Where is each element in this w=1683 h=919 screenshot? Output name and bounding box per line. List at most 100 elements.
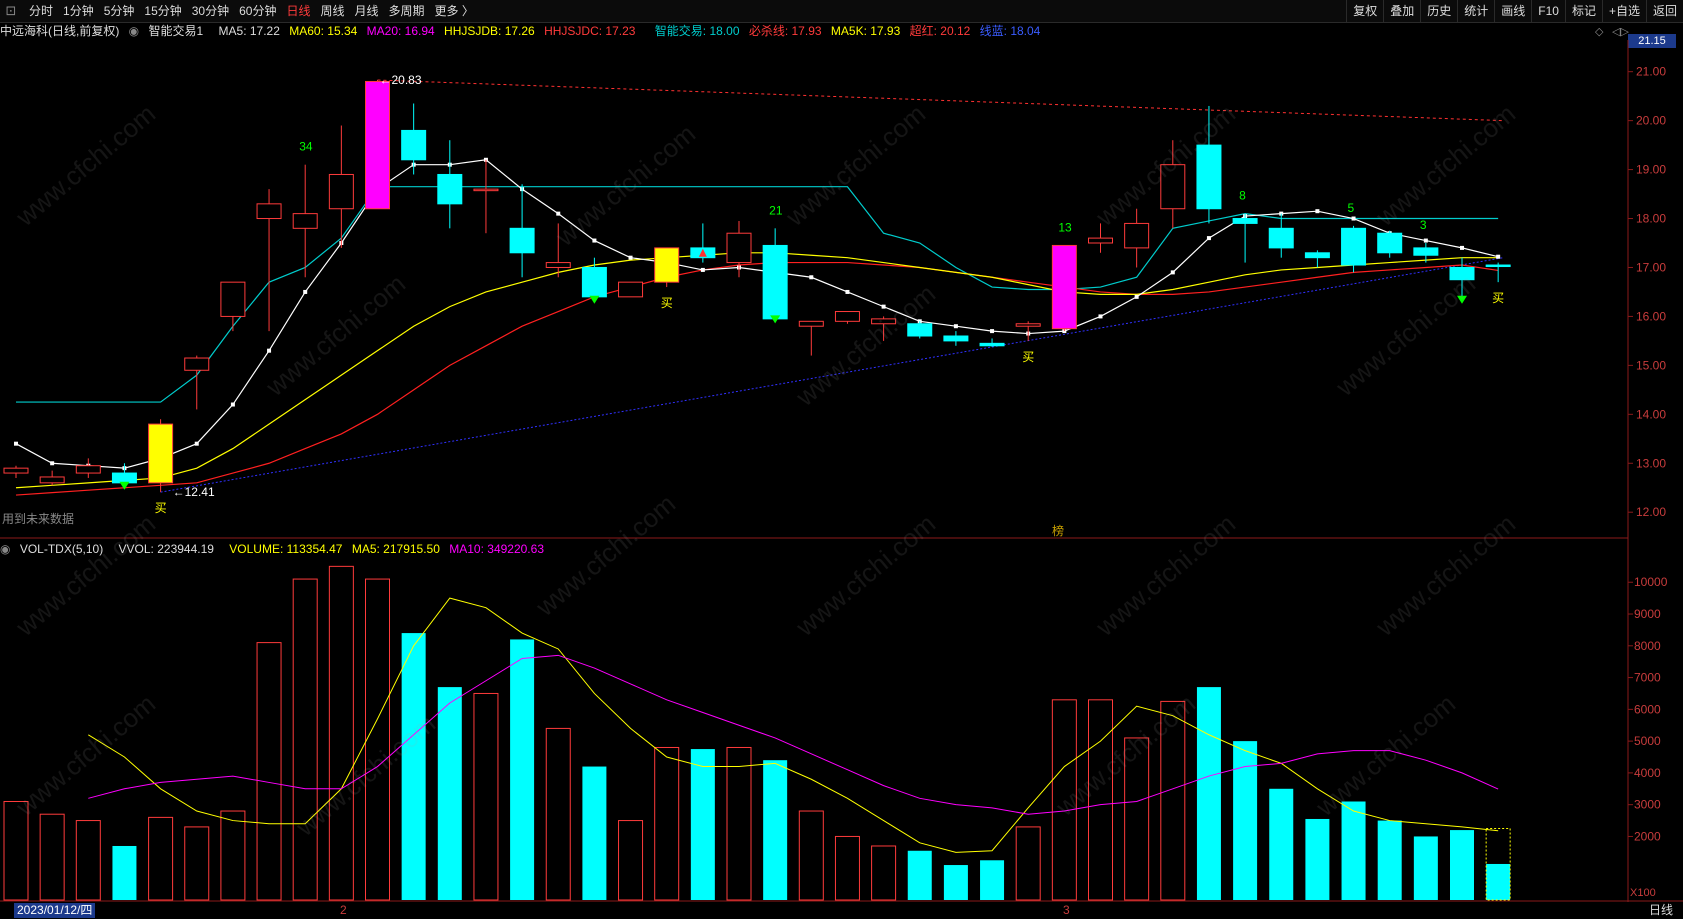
candle-body bbox=[1485, 264, 1511, 268]
ma20-value: MA20: 16.94 bbox=[366, 24, 435, 38]
period-tabs: 分时 1分钟 5分钟 15分钟 30分钟 60分钟 日线 周线 月线 多周期 更多 〉 bbox=[24, 0, 479, 22]
candle-body bbox=[979, 342, 1005, 347]
volume-bar bbox=[943, 865, 968, 900]
chart-canvas[interactable]: 21.00 20.00 19.00 18.00 17.00 16.00 15.00 14.00… bbox=[0, 40, 1683, 902]
toolbar-button[interactable]: 统计 bbox=[1457, 0, 1494, 22]
indicator-name[interactable]: ◉ 智能交易1 bbox=[129, 24, 210, 38]
volume-bar bbox=[39, 813, 65, 901]
timeframe-label: 日线 bbox=[1648, 903, 1673, 917]
candle-body bbox=[834, 311, 860, 322]
volume-bar bbox=[365, 578, 390, 901]
volume-bar bbox=[1377, 820, 1402, 900]
volume-bar bbox=[328, 565, 354, 901]
period-tab[interactable]: 1分钟 bbox=[58, 0, 99, 22]
toolbar-button[interactable]: 历史 bbox=[1420, 0, 1457, 22]
ma5-point bbox=[14, 441, 18, 446]
volume-bar bbox=[1088, 699, 1113, 901]
ma5-point bbox=[1423, 238, 1428, 243]
ma5-point bbox=[556, 211, 561, 216]
period-tab[interactable]: 5分钟 bbox=[99, 0, 140, 22]
ma5-point bbox=[1351, 216, 1356, 221]
expand-diamond-icon[interactable]: ◇ bbox=[1595, 25, 1603, 38]
volume-bar bbox=[654, 746, 680, 901]
price-axis-label: 19.00 bbox=[1636, 163, 1666, 177]
volume-bar bbox=[1233, 741, 1258, 900]
volume-bar bbox=[871, 845, 897, 901]
volume-axis-label: 2000 bbox=[1634, 829, 1661, 843]
ma5-point bbox=[303, 289, 308, 294]
volume-bar bbox=[510, 639, 535, 900]
app-menu-icon[interactable]: ⊡ bbox=[2, 2, 20, 20]
toolbar-button[interactable]: 返回 bbox=[1645, 0, 1683, 22]
volume-unit-label: X100 bbox=[1630, 887, 1656, 899]
period-tab[interactable]: 周线 bbox=[315, 0, 349, 22]
down-arrow-icon bbox=[589, 295, 600, 304]
ma5-point bbox=[1460, 245, 1464, 250]
ma5-point bbox=[1496, 254, 1501, 259]
ma60-value: MA60: 15.34 bbox=[289, 24, 358, 38]
ma5-point bbox=[845, 289, 850, 294]
volume-bar bbox=[690, 749, 715, 900]
period-tab[interactable]: 15分钟 bbox=[139, 0, 186, 22]
trend-line bbox=[160, 257, 1504, 493]
volume-bar bbox=[1486, 863, 1511, 900]
toolbar-right-buttons: 复权 叠加 历史 统计 画线 F10 标记 +自选 返回 bbox=[1346, 0, 1683, 22]
volume-bar bbox=[401, 633, 426, 900]
xianlan-value: 线蓝: 18.04 bbox=[979, 24, 1041, 38]
volume-axis-label: 8000 bbox=[1634, 639, 1661, 653]
volume-bar bbox=[798, 810, 824, 901]
candle-body bbox=[654, 247, 680, 283]
toolbar-button[interactable]: F10 bbox=[1531, 0, 1565, 22]
candle-body bbox=[437, 173, 463, 205]
candle-body bbox=[148, 423, 174, 484]
candle-body bbox=[1015, 323, 1041, 327]
volume-bar bbox=[75, 820, 101, 901]
candle-body bbox=[473, 188, 499, 192]
toolbar-button[interactable]: 画线 bbox=[1494, 0, 1531, 22]
volume-bar bbox=[437, 687, 462, 900]
ma5-point bbox=[990, 329, 995, 334]
volume-bar bbox=[1305, 818, 1330, 900]
period-tab[interactable]: 月线 bbox=[350, 0, 384, 22]
candle-body bbox=[3, 467, 29, 474]
volume-bar bbox=[618, 820, 644, 901]
toolbar-button[interactable]: 叠加 bbox=[1383, 0, 1420, 22]
ma5-point bbox=[700, 267, 705, 272]
volume-axis-label: 6000 bbox=[1634, 702, 1661, 716]
ma5k-value: MA5K: 17.93 bbox=[830, 24, 901, 38]
candle-body bbox=[1413, 247, 1439, 256]
toolbar-button[interactable]: 标记 bbox=[1564, 0, 1602, 22]
count-label: 5 bbox=[1348, 201, 1355, 215]
price-axis-label: 12.00 bbox=[1636, 505, 1666, 519]
volume-bar bbox=[1124, 737, 1150, 901]
ma5-point bbox=[592, 238, 597, 243]
toolbar-button[interactable]: 复权 bbox=[1346, 0, 1383, 22]
candle-body bbox=[1124, 222, 1150, 249]
price-axis-label: 20.00 bbox=[1636, 114, 1666, 128]
toggle-arrows-icon[interactable]: ◁▷ bbox=[1612, 25, 1629, 38]
date-axis bbox=[0, 902, 1683, 919]
ma5-point bbox=[50, 461, 55, 466]
hhjsjdc-value: HHJSJDC: 17.23 bbox=[544, 24, 636, 38]
buy-signal-label: 买 bbox=[155, 501, 167, 515]
volume-bar bbox=[112, 845, 137, 900]
candle-body bbox=[220, 281, 246, 317]
candle-body bbox=[1341, 227, 1367, 266]
hhjsjdb-value: HHJSJDB: 17.26 bbox=[444, 24, 535, 38]
period-tab[interactable]: 日线 bbox=[281, 0, 315, 22]
period-tab[interactable]: 分时 bbox=[24, 0, 58, 22]
period-tab[interactable]: 60分钟 bbox=[234, 0, 281, 22]
buy-signal-label: 买 bbox=[1022, 350, 1034, 364]
volume-bar bbox=[980, 860, 1005, 900]
price-axis-label: 16.00 bbox=[1636, 309, 1666, 323]
toolbar-button[interactable]: +自选 bbox=[1601, 0, 1646, 22]
period-tab[interactable]: 30分钟 bbox=[187, 0, 234, 22]
top-toolbar: ⊡ 分时 1分钟 5分钟 15分钟 30分钟 60分钟 日线 周线 月线 多周期 更多 〉 复权 叠加… bbox=[0, 0, 1683, 23]
candle-body bbox=[581, 266, 607, 298]
period-tab[interactable]: 更多 〉 bbox=[430, 0, 479, 22]
period-tab[interactable]: 多周期 bbox=[384, 0, 430, 22]
resistance-line bbox=[377, 79, 1504, 122]
bisha-value: 必杀线: 17.93 bbox=[748, 24, 822, 38]
candle-body bbox=[39, 476, 65, 484]
ma5-point bbox=[267, 348, 272, 353]
